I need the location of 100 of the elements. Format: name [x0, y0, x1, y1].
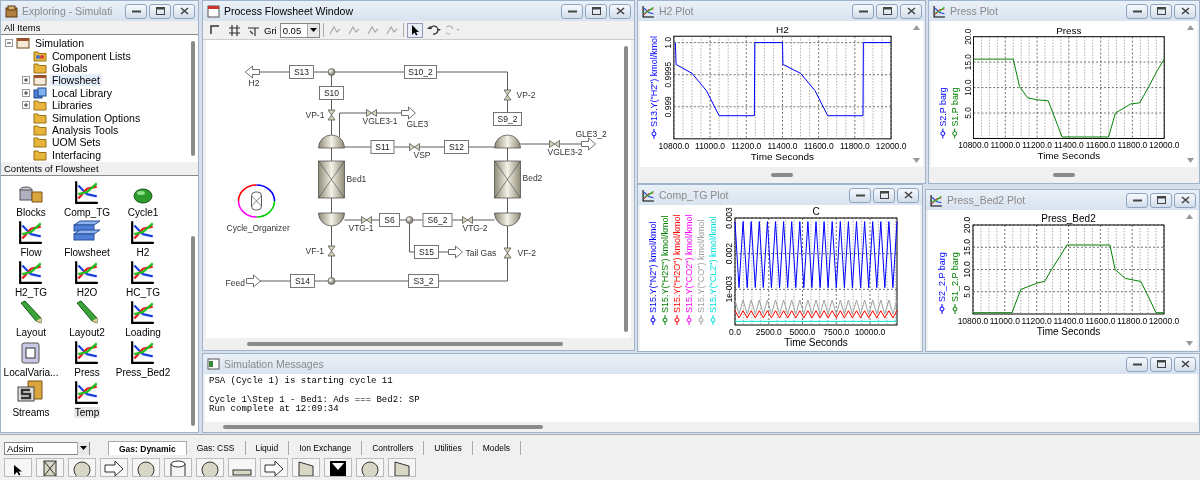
- scroll-down-icon[interactable]: [1185, 341, 1193, 346]
- valve-icon: [503, 89, 512, 101]
- palette-tab[interactable]: Utilities: [424, 441, 473, 455]
- tree-item[interactable]: Local Library: [50, 86, 115, 99]
- maximize-button[interactable]: [876, 3, 898, 19]
- content-item[interactable]: Comp_TG: [62, 207, 112, 218]
- valve-icon: [361, 216, 372, 224]
- unit-label: VGLE3-2: [547, 147, 583, 157]
- maximize-button[interactable]: [585, 3, 607, 19]
- unit-label: VTG-2: [462, 223, 488, 233]
- close-button[interactable]: [1174, 3, 1196, 19]
- tree-item[interactable]: Simulation Options: [50, 111, 143, 124]
- tool-button[interactable]: [36, 458, 64, 477]
- content-item[interactable]: Loading: [124, 327, 162, 338]
- content-item[interactable]: H2: [135, 247, 151, 258]
- maximize-button[interactable]: [873, 187, 895, 203]
- scrollbar-thumb[interactable]: [1053, 173, 1075, 177]
- grid-button[interactable]: [226, 22, 242, 38]
- scrollbar-thumb[interactable]: [624, 46, 628, 332]
- close-button[interactable]: [173, 3, 195, 19]
- tree-item[interactable]: Interfacing: [50, 148, 104, 161]
- tree-item[interactable]: Flowsheet: [50, 74, 102, 87]
- tool-button[interactable]: [324, 458, 352, 477]
- maximize-button[interactable]: [149, 3, 171, 19]
- palette-tab[interactable]: Liquid: [245, 441, 290, 455]
- content-item[interactable]: H2O: [75, 287, 99, 298]
- tree-item[interactable]: Component Lists: [50, 49, 133, 62]
- minimize-button[interactable]: [1126, 3, 1148, 19]
- palette-tab[interactable]: Ion Exchange: [289, 441, 363, 455]
- tool-button[interactable]: [356, 458, 384, 477]
- scroll-down-icon[interactable]: [1186, 158, 1194, 163]
- tick-label: 11800.0: [839, 140, 870, 151]
- expand-icon[interactable]: [22, 76, 30, 85]
- scrollbar-thumb[interactable]: [247, 342, 563, 346]
- library-dropdown[interactable]: Adsim: [4, 441, 90, 455]
- content-item[interactable]: Temp: [73, 407, 101, 418]
- content-item[interactable]: Layout: [15, 327, 47, 338]
- minimize-button[interactable]: [125, 3, 147, 19]
- folder-icon: [33, 123, 47, 136]
- scroll-up-icon[interactable]: [912, 25, 920, 30]
- pointer-button[interactable]: [407, 22, 424, 38]
- content-item[interactable]: HC_TG: [125, 287, 161, 298]
- tick-label: 12000.0: [1149, 140, 1180, 151]
- scroll-up-icon[interactable]: [1185, 214, 1193, 219]
- palette-tab[interactable]: Controllers: [362, 441, 425, 455]
- unit-label: VTG-1: [348, 223, 374, 233]
- minimize-button[interactable]: [849, 187, 871, 203]
- minimize-button[interactable]: [852, 3, 874, 19]
- tool-button[interactable]: [132, 458, 160, 477]
- tool-button[interactable]: [260, 458, 288, 477]
- palette-tab[interactable]: Gas: Dynamic: [108, 441, 187, 455]
- content-item[interactable]: Streams: [11, 407, 51, 418]
- expand-icon[interactable]: [22, 88, 30, 97]
- content-item[interactable]: Flow: [19, 247, 43, 258]
- close-button[interactable]: [900, 3, 922, 19]
- tool-button[interactable]: [100, 458, 128, 477]
- tool-button[interactable]: [68, 458, 96, 477]
- tool-button[interactable]: [196, 458, 224, 477]
- scrollbar-thumb[interactable]: [223, 425, 543, 429]
- tree-item[interactable]: UOM Sets: [50, 136, 103, 149]
- dropdown-arrow-icon: [80, 446, 87, 450]
- maximize-button[interactable]: [1150, 356, 1172, 372]
- content-item[interactable]: Blocks: [15, 207, 47, 218]
- content-item[interactable]: Layout2: [68, 327, 106, 338]
- content-item[interactable]: H2_TG: [13, 287, 49, 298]
- close-button[interactable]: [1174, 356, 1196, 372]
- tool-button[interactable]: [4, 458, 32, 477]
- tick-label: 20.0: [962, 28, 973, 45]
- scrollbar-thumb[interactable]: [191, 41, 195, 156]
- maximize-button[interactable]: [1150, 192, 1172, 208]
- close-button[interactable]: [1174, 192, 1196, 208]
- scroll-down-icon[interactable]: [912, 158, 920, 163]
- minimize-button[interactable]: [1126, 192, 1148, 208]
- tree-item[interactable]: Globals: [50, 61, 90, 74]
- content-item[interactable]: Cycle1: [126, 207, 160, 218]
- grid-size-dropdown[interactable]: 0.05: [279, 22, 321, 38]
- minimize-button[interactable]: [561, 3, 583, 19]
- minimize-button[interactable]: [1126, 356, 1148, 372]
- collapse-icon[interactable]: [5, 39, 13, 48]
- palette-tab[interactable]: Models: [472, 441, 522, 455]
- maximize-button[interactable]: [1150, 3, 1172, 19]
- tick-label: 2500.0: [755, 327, 782, 337]
- content-item[interactable]: Press_Bed2: [114, 367, 172, 378]
- content-item[interactable]: LocalVaria...: [2, 367, 60, 378]
- content-item[interactable]: Flowsheet: [63, 247, 111, 258]
- unit-label: Cycle_Organizer: [226, 223, 290, 233]
- tree-item[interactable]: Analysis Tools: [50, 123, 121, 136]
- palette-tab[interactable]: Gas: CSS: [186, 441, 246, 455]
- stream-tag: S10: [319, 86, 344, 100]
- close-button[interactable]: [609, 3, 631, 19]
- content-item[interactable]: Press: [73, 367, 101, 378]
- scroll-up-icon[interactable]: [1186, 25, 1194, 30]
- tree-item[interactable]: Libraries: [50, 99, 95, 112]
- scrollbar-thumb[interactable]: [770, 173, 793, 177]
- scrollbar-thumb[interactable]: [191, 236, 195, 426]
- legend-label: S1_2.P barg: [950, 252, 960, 302]
- tree-item[interactable]: Simulation: [33, 37, 87, 50]
- undo-button[interactable]: [426, 22, 443, 38]
- close-button[interactable]: [897, 187, 919, 203]
- expand-icon[interactable]: [22, 101, 30, 110]
